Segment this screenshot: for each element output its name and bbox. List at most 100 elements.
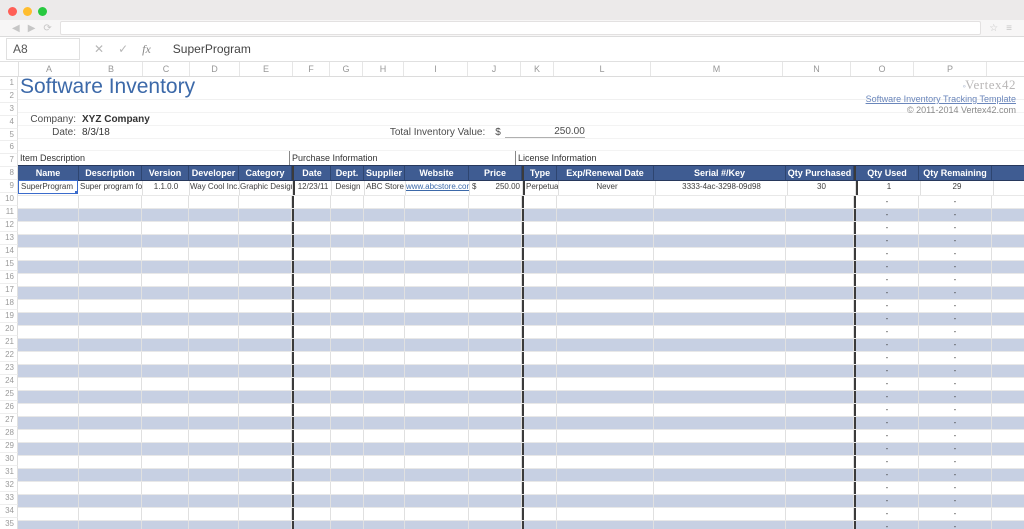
cell-empty[interactable] <box>189 417 239 429</box>
table-row[interactable]: -- <box>18 508 1024 521</box>
cell-empty[interactable] <box>364 209 405 221</box>
cell-empty[interactable] <box>557 378 654 390</box>
cell-empty[interactable] <box>239 313 292 325</box>
cell-empty[interactable] <box>469 222 522 234</box>
cell-empty[interactable] <box>239 521 292 529</box>
cell-empty[interactable] <box>405 495 469 507</box>
col-letter[interactable]: A <box>19 62 80 76</box>
cell-empty[interactable] <box>786 469 854 481</box>
col-letter[interactable]: J <box>468 62 521 76</box>
cell-empty[interactable] <box>79 365 142 377</box>
cell-empty[interactable] <box>786 261 854 273</box>
cell-empty[interactable]: - <box>919 482 992 494</box>
cell-empty[interactable]: - <box>919 339 992 351</box>
cell-empty[interactable] <box>654 430 786 442</box>
cell-empty[interactable]: - <box>854 274 919 286</box>
cell-empty[interactable] <box>79 521 142 529</box>
table-row[interactable]: -- <box>18 339 1024 352</box>
cell-empty[interactable] <box>557 352 654 364</box>
cell-empty[interactable] <box>239 404 292 416</box>
row-number[interactable]: 31 <box>0 466 18 479</box>
row-number[interactable]: 21 <box>0 336 18 349</box>
col-qty-remain[interactable]: Qty Remaining <box>919 166 992 180</box>
table-row[interactable]: -- <box>18 443 1024 456</box>
cell-empty[interactable] <box>405 391 469 403</box>
cell-empty[interactable] <box>189 352 239 364</box>
cell-empty[interactable] <box>189 495 239 507</box>
cell-empty[interactable]: - <box>854 300 919 312</box>
cell-empty[interactable] <box>654 196 786 208</box>
cell-empty[interactable] <box>292 378 331 390</box>
cell-empty[interactable] <box>331 326 364 338</box>
cell-empty[interactable] <box>364 391 405 403</box>
cell-empty[interactable] <box>18 482 79 494</box>
row-number[interactable]: 14 <box>0 245 18 258</box>
cell-empty[interactable] <box>292 287 331 299</box>
cell-empty[interactable] <box>786 404 854 416</box>
table-row[interactable]: -- <box>18 287 1024 300</box>
cell-empty[interactable] <box>18 235 79 247</box>
cell-empty[interactable] <box>786 352 854 364</box>
cell-empty[interactable] <box>331 469 364 481</box>
cell-empty[interactable] <box>522 274 557 286</box>
cell-empty[interactable]: - <box>919 365 992 377</box>
col-name[interactable]: Name <box>18 166 79 180</box>
row-number[interactable]: 4 <box>0 116 18 129</box>
cell-empty[interactable] <box>189 300 239 312</box>
cell-empty[interactable] <box>364 196 405 208</box>
cell-empty[interactable] <box>292 300 331 312</box>
cell-empty[interactable] <box>79 456 142 468</box>
cell-empty[interactable] <box>405 209 469 221</box>
cell-empty[interactable] <box>79 391 142 403</box>
cell-empty[interactable] <box>469 521 522 529</box>
cell-empty[interactable]: - <box>854 248 919 260</box>
window-close-icon[interactable] <box>8 7 17 16</box>
row-number[interactable]: 6 <box>0 141 18 154</box>
row-number[interactable]: 24 <box>0 375 18 388</box>
cell-empty[interactable] <box>331 443 364 455</box>
cell-empty[interactable] <box>654 417 786 429</box>
cell-empty[interactable] <box>469 248 522 260</box>
cell-empty[interactable] <box>142 352 189 364</box>
cell-empty[interactable] <box>786 300 854 312</box>
cell-empty[interactable] <box>364 339 405 351</box>
cell-empty[interactable] <box>364 235 405 247</box>
cell-empty[interactable] <box>469 196 522 208</box>
cell-empty[interactable] <box>405 339 469 351</box>
cell-empty[interactable] <box>786 495 854 507</box>
cell-empty[interactable] <box>522 313 557 325</box>
cell-empty[interactable] <box>292 443 331 455</box>
cell-empty[interactable] <box>79 508 142 520</box>
cell-empty[interactable] <box>239 495 292 507</box>
col-qty-used[interactable]: Qty Used <box>854 166 919 180</box>
cell-empty[interactable] <box>189 456 239 468</box>
cell-empty[interactable] <box>239 300 292 312</box>
fx-icon[interactable]: fx <box>142 42 151 57</box>
cell-empty[interactable] <box>405 365 469 377</box>
cell-empty[interactable] <box>469 261 522 273</box>
cell-empty[interactable] <box>522 456 557 468</box>
table-row[interactable]: -- <box>18 482 1024 495</box>
cell-empty[interactable] <box>142 222 189 234</box>
cell-empty[interactable] <box>142 365 189 377</box>
address-bar[interactable] <box>60 21 981 35</box>
cell-empty[interactable] <box>654 378 786 390</box>
table-row[interactable]: -- <box>18 326 1024 339</box>
nav-forward-icon[interactable]: ▶ <box>24 23 40 34</box>
cell-empty[interactable] <box>18 209 79 221</box>
row-number[interactable]: 5 <box>0 129 18 141</box>
cell-empty[interactable] <box>79 339 142 351</box>
cell-empty[interactable] <box>786 391 854 403</box>
cell-empty[interactable] <box>786 417 854 429</box>
row-number[interactable]: 32 <box>0 479 18 492</box>
cell-empty[interactable] <box>331 378 364 390</box>
cell-empty[interactable] <box>557 196 654 208</box>
col-category[interactable]: Category <box>239 166 292 180</box>
table-row[interactable]: -- <box>18 313 1024 326</box>
cell-empty[interactable] <box>654 235 786 247</box>
cell-empty[interactable] <box>331 235 364 247</box>
cell-empty[interactable] <box>18 365 79 377</box>
cell-empty[interactable]: - <box>919 404 992 416</box>
template-link[interactable]: Software Inventory Tracking Template <box>866 94 1016 104</box>
cell-empty[interactable] <box>557 495 654 507</box>
